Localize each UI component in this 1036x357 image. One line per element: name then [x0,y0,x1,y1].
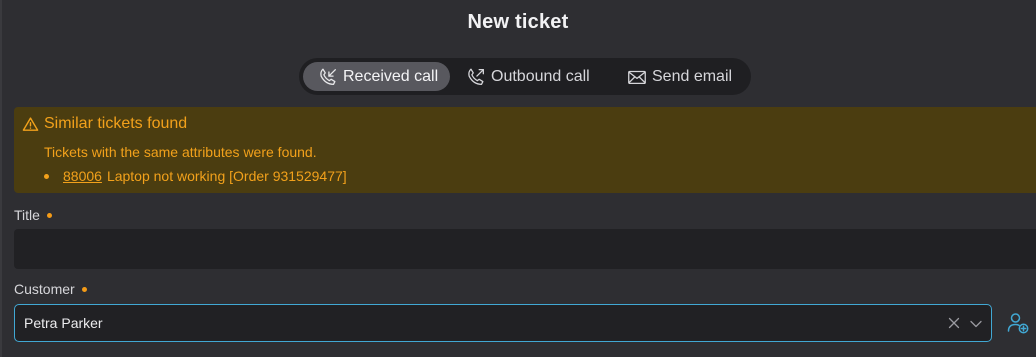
tab-label: Received call [343,67,439,85]
tab-outbound-call[interactable]: Outbound call [465,62,601,91]
chevron-down-icon[interactable] [969,317,983,331]
customer-value: Petra Parker [24,315,103,331]
alert-header: Similar tickets found [22,115,187,133]
customer-label-text: Customer [14,281,75,297]
title-label-text: Title [14,207,40,223]
similar-tickets-alert: Similar tickets found Tickets with the s… [14,107,1036,193]
tab-received-call[interactable]: Received call [303,62,450,91]
tab-label: Send email [652,67,733,85]
page-title: New ticket [467,11,569,33]
mail-icon [628,70,646,84]
panel-edge [0,0,2,357]
ticket-number-link[interactable]: 88006 [63,168,102,184]
ticket-title: Laptop not working [Order 931529477] [106,168,347,184]
customer-select[interactable]: Petra Parker [14,304,992,342]
tab-label: Outbound call [491,67,590,85]
title-input[interactable] [14,229,1036,269]
required-indicator [81,286,87,292]
alert-message: Tickets with the same attributes were fo… [44,144,317,160]
outbound-call-icon [468,68,484,85]
warning-icon [22,116,39,131]
ticket-type-switch: Received call Outbound call Send email [299,58,751,95]
list-item: 88006 Laptop not working [Order 93152947… [44,168,347,184]
close-icon[interactable] [947,316,961,330]
add-customer-icon[interactable] [1006,311,1030,335]
title-label: Title [14,207,52,223]
bullet [44,173,49,179]
received-call-icon [320,68,336,85]
customer-label: Customer [14,281,87,297]
tab-send-email[interactable]: Send email [626,62,746,91]
required-indicator [46,212,52,218]
alert-heading: Similar tickets found [44,115,188,132]
